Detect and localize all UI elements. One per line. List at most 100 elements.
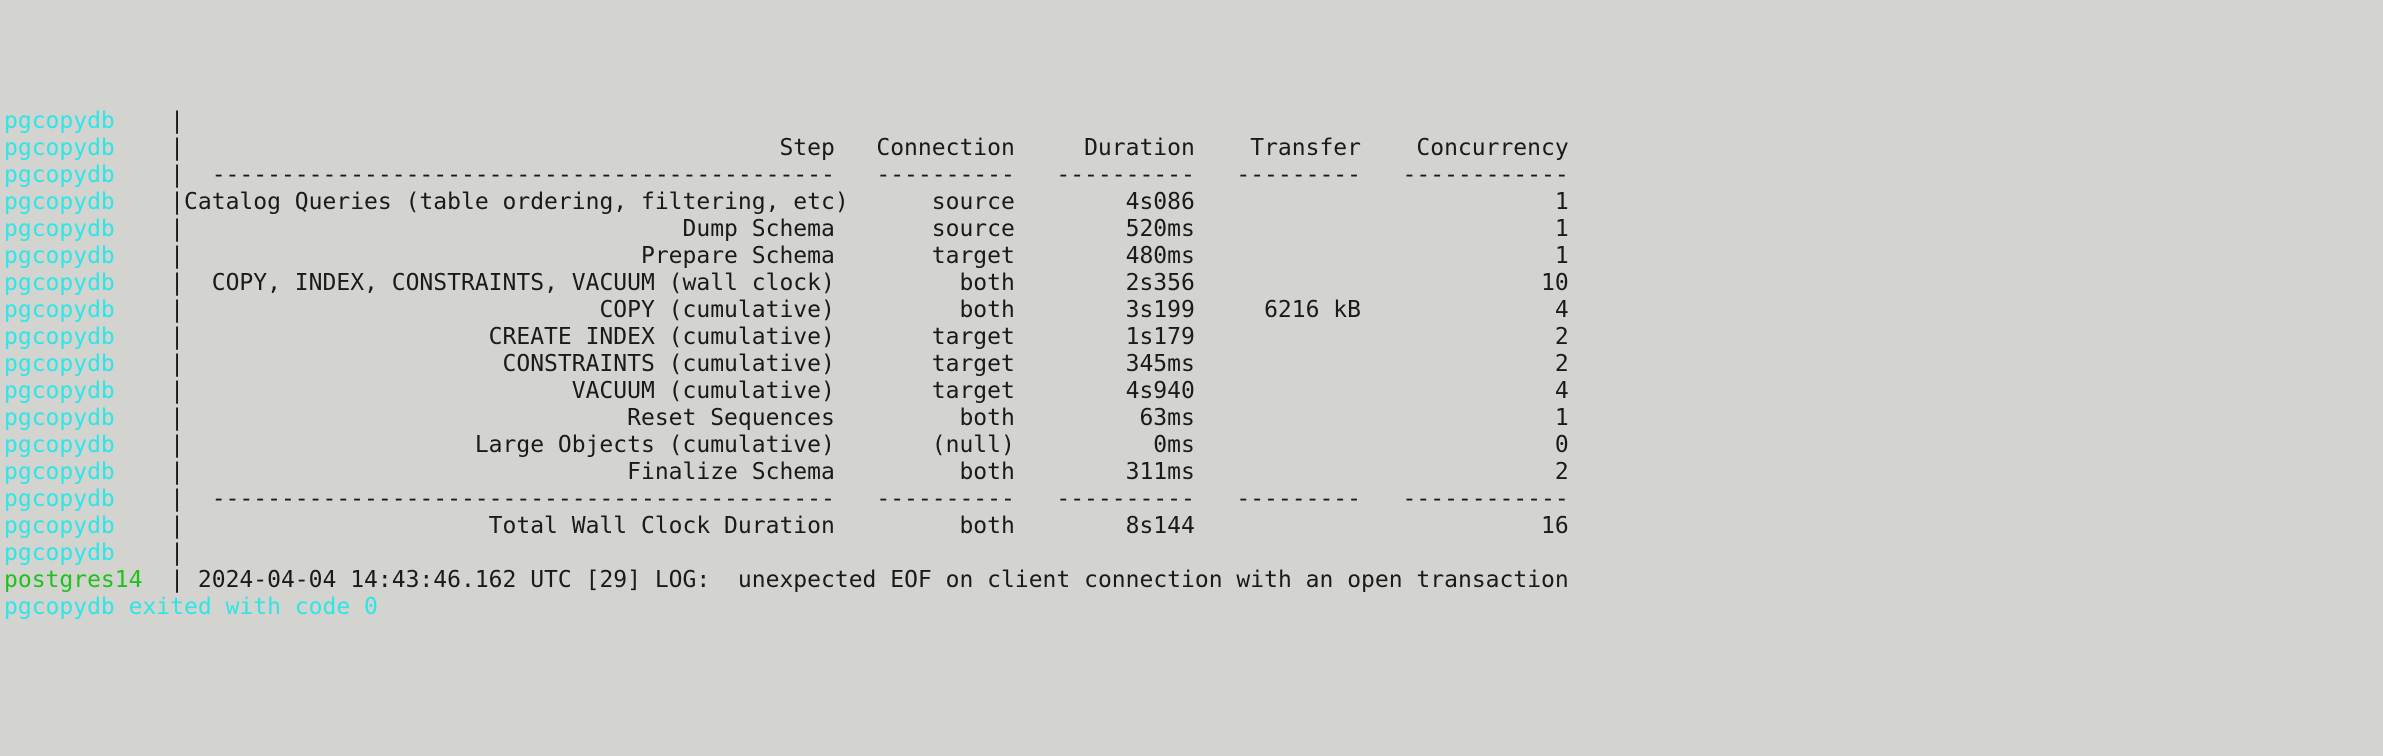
pipe-sep: | (170, 540, 184, 567)
cell-concurrency: 1 (1361, 216, 1569, 243)
cell-step: CONSTRAINTS (cumulative) (184, 351, 835, 378)
cell-concurrency: 2 (1361, 324, 1569, 351)
cell-concurrency: 4 (1361, 378, 1569, 405)
cell-connection: source (835, 216, 1015, 243)
log-source: pgcopydb (4, 459, 170, 486)
col-concurrency-header: Concurrency (1361, 135, 1569, 162)
pipe-sep: | (170, 405, 184, 432)
pipe-sep: | (170, 108, 184, 135)
cell-duration: 0ms (1015, 432, 1195, 459)
log-source: pgcopydb (4, 243, 170, 270)
cell-step: Dump Schema (184, 216, 835, 243)
postgres-log-message: 2024-04-04 14:43:46.162 UTC [29] LOG: un… (184, 567, 1569, 594)
pipe-sep: | (170, 324, 184, 351)
cell-concurrency: 16 (1361, 513, 1569, 540)
cell-step: Total Wall Clock Duration (184, 513, 835, 540)
col-connection-header: Connection (835, 135, 1015, 162)
log-source: pgcopydb (4, 108, 170, 135)
summary-row: pgcopydb |Reset Sequencesboth63ms1 (4, 405, 2379, 432)
cell-step: Large Objects (cumulative) (184, 432, 835, 459)
cell-step: Finalize Schema (184, 459, 835, 486)
col-step-header: Step (184, 135, 835, 162)
postgres-log-line: postgres14 | 2024-04-04 14:43:46.162 UTC… (4, 567, 2379, 594)
cell-connection: target (835, 351, 1015, 378)
log-source: pgcopydb (4, 432, 170, 459)
pipe-sep: | (170, 243, 184, 270)
summary-row: pgcopydb |COPY (cumulative)both3s1996216… (4, 297, 2379, 324)
pipe-sep: | (170, 486, 184, 513)
cell-connection: source (835, 189, 1015, 216)
cell-step: VACUUM (cumulative) (184, 378, 835, 405)
summary-divider-row: pgcopydb | -----------------------------… (4, 162, 2379, 189)
log-source: pgcopydb (4, 162, 170, 189)
summary-divider-row: pgcopydb | -----------------------------… (4, 486, 2379, 513)
log-source: pgcopydb (4, 351, 170, 378)
cell-connection: both (835, 297, 1015, 324)
cell-duration: 520ms (1015, 216, 1195, 243)
cell-duration: 345ms (1015, 351, 1195, 378)
pipe-sep: | (170, 378, 184, 405)
log-source: pgcopydb (4, 189, 170, 216)
cell-connection: both (835, 270, 1015, 297)
summary-row: pgcopydb |CREATE INDEX (cumulative)targe… (4, 324, 2379, 351)
pipe-sep: | (170, 297, 184, 324)
cell-duration: 311ms (1015, 459, 1195, 486)
cell-concurrency: 1 (1361, 243, 1569, 270)
log-line-blank: pgcopydb | (4, 540, 2379, 567)
pipe-sep: | (170, 351, 184, 378)
log-source: pgcopydb (4, 513, 170, 540)
log-source: pgcopydb (4, 540, 170, 567)
log-source: pgcopydb (4, 216, 170, 243)
cell-step: Reset Sequences (184, 405, 835, 432)
cell-concurrency: 2 (1361, 351, 1569, 378)
cell-duration: 480ms (1015, 243, 1195, 270)
log-source: postgres14 (4, 567, 170, 594)
pipe-sep: | (170, 513, 184, 540)
summary-header-row: pgcopydb |StepConnectionDurationTransfer… (4, 135, 2379, 162)
cell-duration: 8s144 (1015, 513, 1195, 540)
pipe-sep: | (170, 135, 184, 162)
cell-concurrency: 1 (1361, 189, 1569, 216)
summary-row: pgcopydb |Large Objects (cumulative)(nul… (4, 432, 2379, 459)
col-duration-header: Duration (1015, 135, 1195, 162)
pipe-sep: | (170, 189, 184, 216)
cell-duration: 4s940 (1015, 378, 1195, 405)
cell-connection: target (835, 378, 1015, 405)
pipe-sep: | (170, 432, 184, 459)
log-source: pgcopydb (4, 270, 170, 297)
log-source: pgcopydb (4, 378, 170, 405)
pipe-sep: | (170, 216, 184, 243)
cell-connection: both (835, 405, 1015, 432)
summary-row: pgcopydb |VACUUM (cumulative)target4s940… (4, 378, 2379, 405)
pipe-sep: | (170, 567, 184, 594)
summary-total-row: pgcopydb |Total Wall Clock Durationboth8… (4, 513, 2379, 540)
cell-connection: target (835, 324, 1015, 351)
terminal-output: pgcopydb |pgcopydb |StepConnectionDurati… (4, 108, 2379, 621)
cell-step: CREATE INDEX (cumulative) (184, 324, 835, 351)
log-source: pgcopydb (4, 297, 170, 324)
cell-connection: both (835, 459, 1015, 486)
cell-duration: 4s086 (1015, 189, 1195, 216)
cell-concurrency: 0 (1361, 432, 1569, 459)
summary-row: pgcopydb |Catalog Queries (table orderin… (4, 189, 2379, 216)
exit-status-line: pgcopydb exited with code 0 (4, 594, 2379, 621)
log-source: pgcopydb (4, 486, 170, 513)
summary-row: pgcopydb |COPY, INDEX, CONSTRAINTS, VACU… (4, 270, 2379, 297)
pipe-sep: | (170, 459, 184, 486)
cell-duration: 2s356 (1015, 270, 1195, 297)
log-source: pgcopydb (4, 135, 170, 162)
cell-step: COPY, INDEX, CONSTRAINTS, VACUUM (wall c… (184, 270, 835, 297)
cell-concurrency: 2 (1361, 459, 1569, 486)
cell-concurrency: 1 (1361, 405, 1569, 432)
summary-row: pgcopydb |Dump Schemasource520ms 1 (4, 216, 2379, 243)
pipe-sep: | (170, 162, 184, 189)
cell-connection: both (835, 513, 1015, 540)
cell-step: COPY (cumulative) (184, 297, 835, 324)
cell-concurrency: 10 (1361, 270, 1569, 297)
cell-step: Catalog Queries (table ordering, filteri… (184, 189, 835, 216)
pipe-sep: | (170, 270, 184, 297)
summary-row: pgcopydb |Prepare Schematarget480ms1 (4, 243, 2379, 270)
cell-connection: (null) (835, 432, 1015, 459)
cell-duration: 63ms (1015, 405, 1195, 432)
log-source: pgcopydb (4, 324, 170, 351)
